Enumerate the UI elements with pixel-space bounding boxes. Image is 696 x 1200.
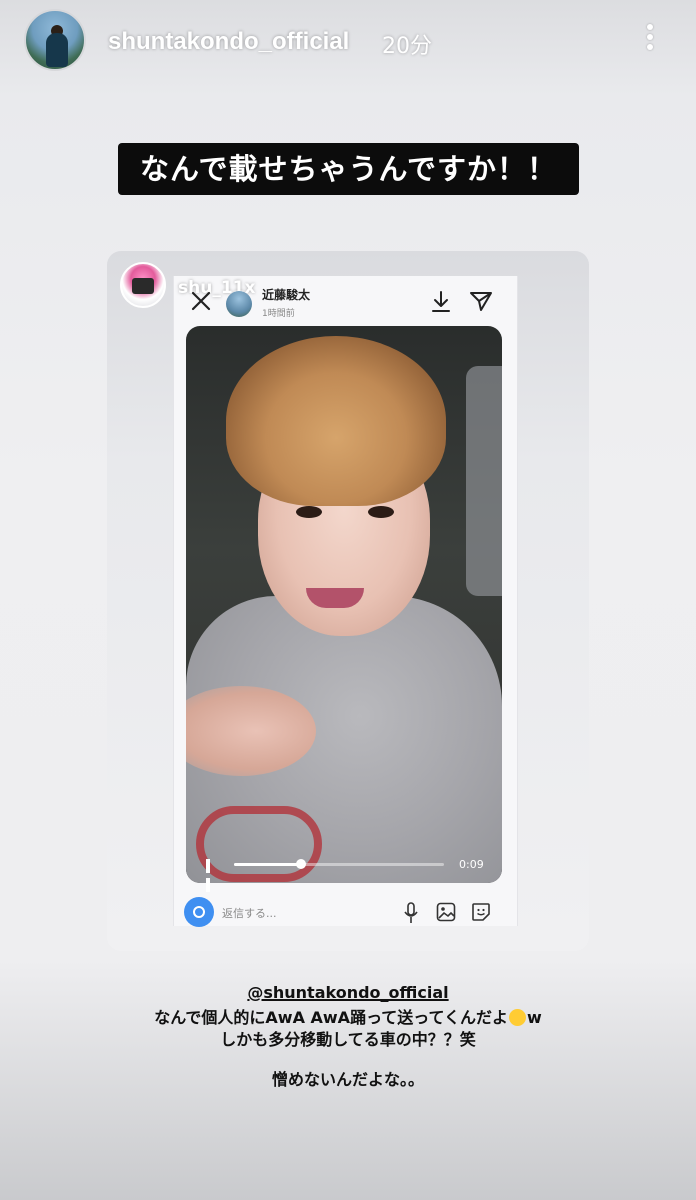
headline-text: なんで載せちゃうんですか！！: [118, 143, 579, 195]
inner-avatar[interactable]: [226, 291, 252, 317]
story-time-ago: 20分: [382, 34, 432, 59]
caption-text: なんで個人的にAwA AwA踊って送ってくんだよ: [154, 1008, 508, 1027]
story-video[interactable]: [186, 326, 502, 883]
gallery-icon[interactable]: [436, 902, 456, 922]
send-icon[interactable]: [469, 290, 493, 312]
camera-icon[interactable]: [184, 897, 214, 927]
inner-username[interactable]: 近藤駿太: [262, 286, 310, 303]
caption-line: しかも多分移動してる車の中？？笑: [220, 1030, 476, 1049]
laughing-emoji-icon: [509, 1009, 526, 1026]
profile-avatar[interactable]: [24, 9, 86, 71]
video-time: 0:09: [459, 858, 484, 871]
inner-timestamp: 1時間前: [262, 309, 295, 319]
caption-text: w: [527, 1008, 542, 1027]
caption-line: なんで個人的にAwA AwA踊って送ってくんだよ w: [0, 1004, 696, 1028]
caption-line: 憎めないんだよな。。: [271, 1070, 424, 1089]
download-icon[interactable]: [430, 290, 452, 314]
reply-input[interactable]: 返信する...: [222, 905, 382, 921]
sticker-icon[interactable]: [471, 902, 491, 922]
story-username[interactable]: shuntakondo_official: [108, 28, 349, 56]
pause-icon[interactable]: [206, 858, 218, 892]
close-icon[interactable]: [190, 290, 212, 312]
repost-avatar[interactable]: [120, 262, 166, 308]
video-progress-fill: [234, 863, 302, 866]
mention-link[interactable]: @shuntakondo_official: [0, 983, 696, 1002]
more-icon[interactable]: [640, 22, 660, 56]
mic-icon[interactable]: [403, 902, 419, 924]
